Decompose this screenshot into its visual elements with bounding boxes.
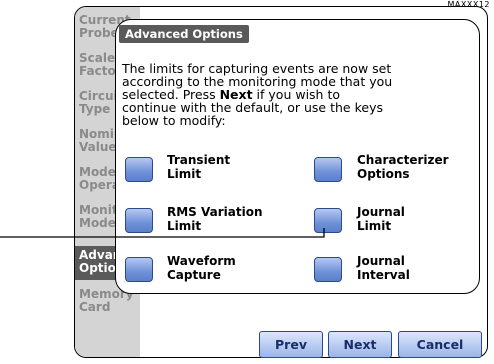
journal-limit-label: Journal Limit: [357, 205, 405, 233]
characterizer-options-button[interactable]: [314, 157, 342, 182]
prev-button[interactable]: Prev: [259, 331, 323, 358]
transient-limit-label: Transient Limit: [167, 153, 231, 181]
journal-interval-label: Journal Interval: [357, 254, 410, 282]
rms-variation-limit-button[interactable]: [125, 208, 153, 233]
journal-limit-button[interactable]: [314, 208, 342, 233]
next-button[interactable]: Next: [328, 331, 392, 358]
waveform-capture-label: Waveform Capture: [167, 254, 236, 282]
instruction-line: below to modify:: [122, 113, 226, 128]
waveform-capture-button[interactable]: [125, 257, 153, 282]
cancel-button[interactable]: Cancel: [398, 331, 482, 358]
panel-title: Advanced Options: [119, 25, 249, 43]
panel-instructions: The limits for capturing events are now …: [122, 62, 462, 127]
transient-limit-button[interactable]: [125, 157, 153, 182]
rms-variation-limit-label: RMS Variation Limit: [167, 205, 263, 233]
journal-interval-button[interactable]: [314, 257, 342, 282]
characterizer-options-label: Characterizer Options: [357, 153, 449, 181]
